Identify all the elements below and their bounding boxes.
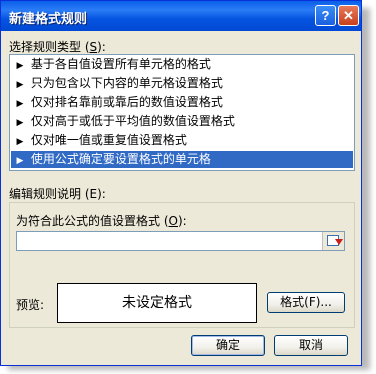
- rule-type-label-text: 选择规则类型 (: [9, 40, 90, 54]
- triangle-right-icon: ▶: [16, 80, 24, 90]
- preview-box: 未设定格式: [57, 283, 257, 323]
- cancel-button[interactable]: 取消: [274, 335, 348, 356]
- edit-rule-label: 编辑规则说明 (E):: [9, 187, 106, 201]
- rule-type-item-label: 仅对排名靠前或靠后的数值设置格式: [30, 95, 223, 109]
- rule-type-item[interactable]: ▶ 基于各自值设置所有单元格的格式: [11, 56, 353, 73]
- title-bar[interactable]: 新建格式规则 ? ✕: [1, 1, 361, 31]
- new-format-rule-dialog: 新建格式规则 ? ✕ 选择规则类型 (S): ▶ 基于各自值设置所有单元格的格式…: [0, 0, 362, 366]
- rule-type-item-label: 只为包含以下内容的单元格设置格式: [30, 76, 223, 90]
- dialog-title: 新建格式规则: [9, 12, 88, 27]
- red-arrow-icon: [335, 239, 343, 245]
- rule-type-item[interactable]: ▶ 只为包含以下内容的单元格设置格式: [11, 75, 353, 92]
- rule-type-item-label: 仅对高于或低于平均值的数值设置格式: [30, 114, 235, 128]
- rule-type-item-label: 基于各自值设置所有单元格的格式: [30, 57, 211, 71]
- triangle-right-icon: ▶: [16, 99, 24, 109]
- formula-label-text: 为符合此公式的值设置格式 (: [16, 214, 169, 228]
- help-button[interactable]: ?: [315, 5, 336, 26]
- triangle-right-icon: ▶: [16, 137, 24, 147]
- range-select-button[interactable]: [322, 232, 344, 250]
- format-button[interactable]: 格式(F)...: [267, 292, 345, 313]
- triangle-right-icon: ▶: [16, 118, 24, 128]
- rule-type-label-key: S: [89, 40, 98, 54]
- triangle-right-icon: ▶: [16, 61, 24, 71]
- formula-label-key: O: [168, 214, 178, 228]
- preview-label: 预览:: [16, 298, 45, 312]
- rule-type-label-end: ):: [97, 40, 106, 54]
- close-button[interactable]: ✕: [338, 5, 359, 26]
- rule-type-item-label: 使用公式确定要设置格式的单元格: [30, 152, 211, 166]
- rule-type-item[interactable]: ▶ 仅对高于或低于平均值的数值设置格式: [11, 113, 353, 130]
- ok-button[interactable]: 确定: [191, 335, 265, 356]
- rule-type-item[interactable]: ▶ 仅对排名靠前或靠后的数值设置格式: [11, 94, 353, 111]
- rule-type-item[interactable]: ▶ 仅对唯一值或重复值设置格式: [11, 132, 353, 149]
- rule-type-item-selected[interactable]: ▶ 使用公式确定要设置格式的单元格: [11, 151, 353, 168]
- triangle-right-icon: ▶: [16, 156, 24, 166]
- rule-type-list[interactable]: ▶ 基于各自值设置所有单元格的格式 ▶ 只为包含以下内容的单元格设置格式 ▶ 仅…: [9, 54, 355, 171]
- formula-label-end: ):: [177, 214, 187, 228]
- rule-type-label: 选择规则类型 (S):: [9, 38, 106, 55]
- formula-label: 为符合此公式的值设置格式 (O):: [16, 212, 187, 229]
- rule-type-item-label: 仅对唯一值或重复值设置格式: [30, 133, 187, 147]
- formula-input[interactable]: [16, 231, 345, 251]
